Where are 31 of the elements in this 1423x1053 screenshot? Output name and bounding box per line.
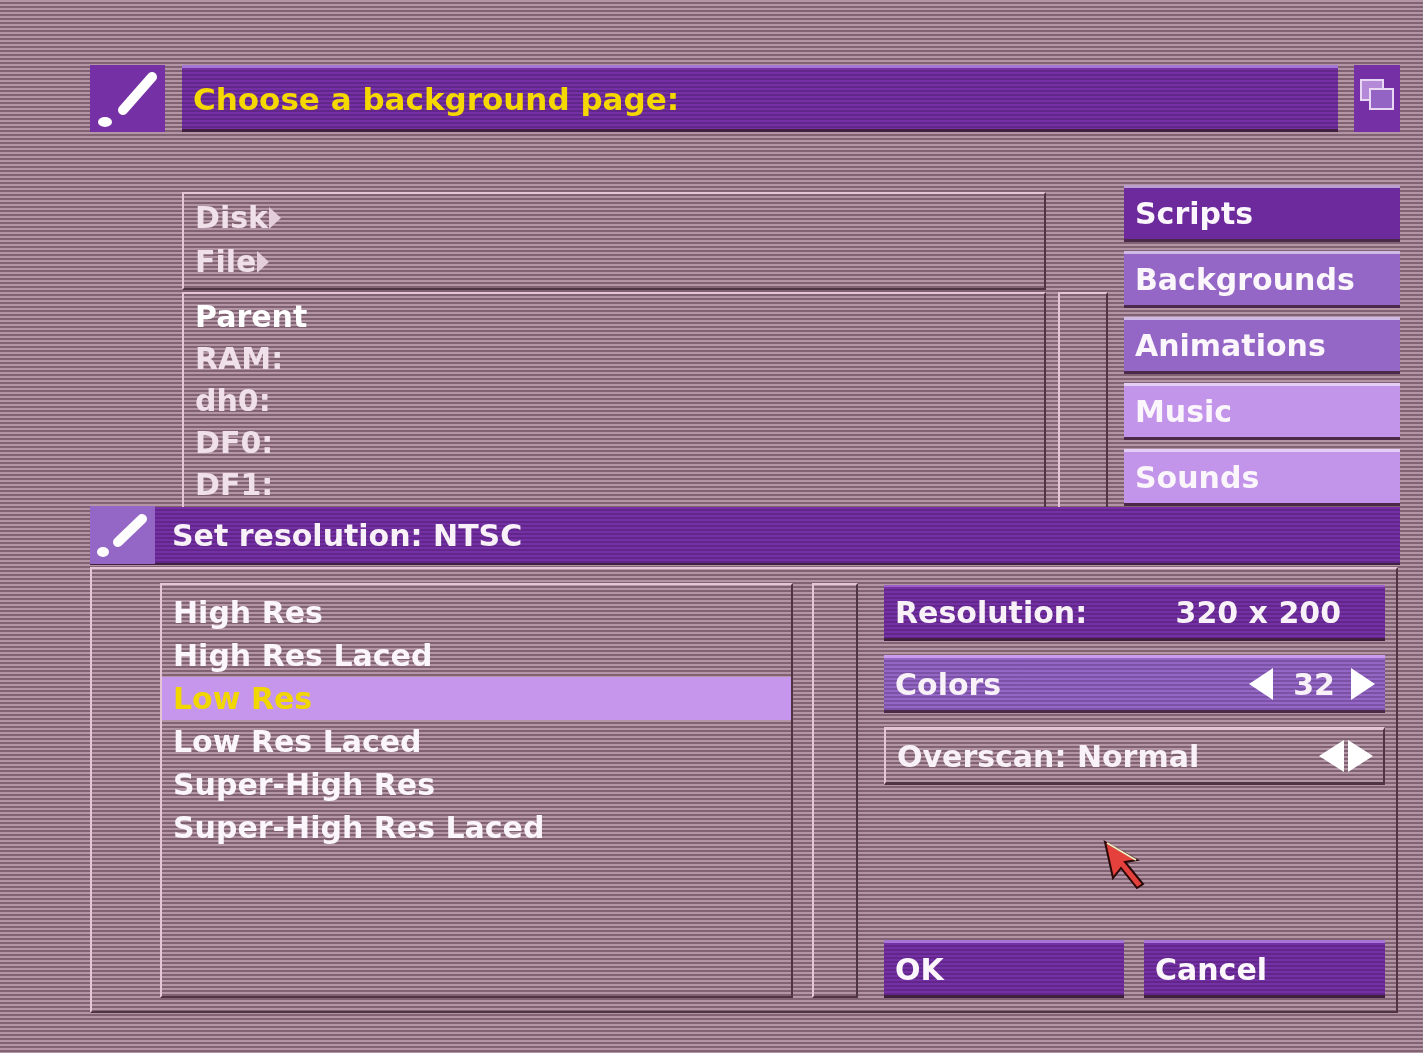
window-title: Set resolution: NTSC	[171, 517, 523, 553]
overscan-label: Overscan: Normal	[897, 738, 1200, 774]
caret-icon	[257, 251, 270, 273]
brush-icon	[90, 65, 165, 132]
list-item[interactable]: Super-High Res	[162, 763, 791, 806]
scroll-bar[interactable]	[812, 583, 858, 998]
colors-value: 32	[1293, 666, 1335, 702]
list-item[interactable]: High Res Laced	[162, 634, 791, 677]
window-title: Choose a background page:	[193, 80, 680, 117]
scroll-bar[interactable]	[1058, 292, 1108, 507]
resolution-label: Resolution:	[895, 595, 1088, 630]
category-button[interactable]: Backgrounds	[1124, 251, 1400, 308]
dialog-button[interactable]: Cancel	[1144, 940, 1385, 998]
brush-icon	[90, 506, 155, 564]
depth-gadget-icon[interactable]	[1354, 65, 1400, 132]
left-arrow-icon[interactable]	[1249, 668, 1274, 700]
category-button[interactable]: Scripts	[1124, 185, 1400, 242]
list-item[interactable]: High Res	[162, 591, 791, 634]
category-button[interactable]: Animations	[1124, 317, 1400, 374]
list-item[interactable]: Parent	[195, 299, 308, 335]
category-button[interactable]: Sounds	[1124, 449, 1400, 506]
list-item[interactable]: Super-High Res Laced	[162, 806, 791, 849]
resolution-value: 320 x 200	[1175, 595, 1341, 630]
list-item[interactable]: Low Res Laced	[162, 720, 791, 763]
left-right-arrow-icon[interactable]	[1319, 740, 1373, 772]
dialog-button[interactable]: OK	[884, 940, 1124, 998]
caret-icon	[269, 207, 281, 229]
colors-label: Colors	[895, 666, 1002, 702]
right-arrow-icon[interactable]	[1351, 668, 1375, 700]
category-button[interactable]: Music	[1124, 383, 1400, 440]
mouse-pointer-icon	[1103, 840, 1147, 890]
